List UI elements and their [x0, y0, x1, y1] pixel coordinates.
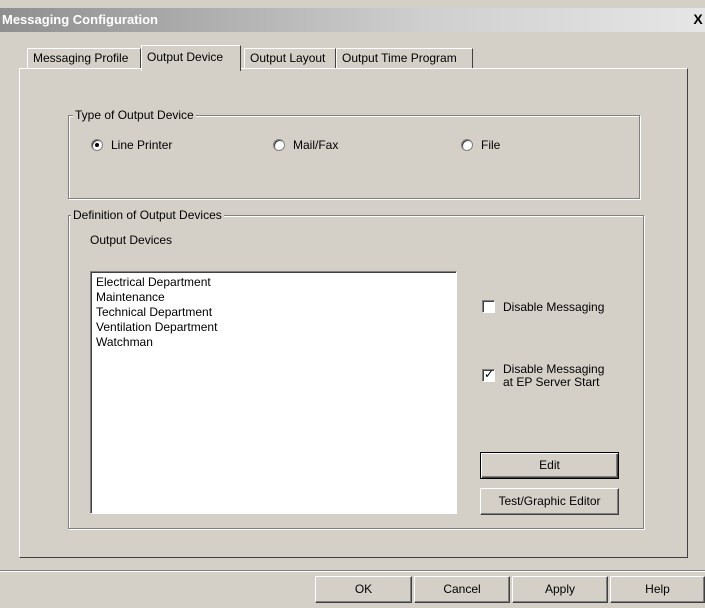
radio-unselected-icon — [461, 139, 473, 151]
tab-output-time-program[interactable]: Output Time Program — [336, 48, 473, 70]
tab-output-device[interactable]: Output Device — [141, 45, 241, 71]
ok-button[interactable]: OK — [315, 576, 412, 603]
tab-messaging-profile[interactable]: Messaging Profile — [27, 48, 141, 70]
radio-selected-icon — [91, 139, 103, 151]
title-bar[interactable]: Messaging Configuration X — [0, 8, 705, 32]
checkbox-checked-icon: ✓ — [482, 367, 495, 382]
line-printer-label: Line Printer — [111, 138, 173, 152]
messaging-configuration-window: Messaging Configuration X Messaging Prof… — [0, 0, 705, 608]
list-item[interactable]: Technical Department — [96, 305, 451, 320]
disable-at-start-label-line2: at EP Server Start — [503, 375, 600, 389]
output-devices-listbox[interactable]: Electrical Department Maintenance Techni… — [90, 271, 457, 514]
test-graphic-editor-button[interactable]: Test/Graphic Editor — [480, 488, 619, 515]
list-item[interactable]: Maintenance — [96, 290, 451, 305]
check-mark-icon: ✓ — [484, 367, 495, 381]
checkbox-unchecked-icon — [482, 300, 495, 313]
list-item[interactable]: Ventilation Department — [96, 320, 451, 335]
output-devices-label: Output Devices — [90, 233, 173, 247]
help-button[interactable]: Help — [610, 576, 705, 603]
cancel-button[interactable]: Cancel — [414, 576, 510, 603]
disable-messaging-checkbox[interactable]: Disable Messaging — [482, 300, 604, 314]
disable-messaging-at-start-label: Disable Messaging at EP Server Start — [503, 363, 604, 389]
file-radio[interactable]: File — [461, 138, 500, 152]
definition-of-output-devices-legend: Definition of Output Devices — [71, 208, 224, 222]
disable-messaging-label: Disable Messaging — [503, 300, 605, 314]
edit-button[interactable]: Edit — [480, 452, 619, 479]
footer-divider — [0, 570, 705, 572]
list-item[interactable]: Electrical Department — [96, 275, 451, 290]
apply-button[interactable]: Apply — [512, 576, 608, 603]
window-title: Messaging Configuration — [2, 12, 158, 27]
mail-fax-label: Mail/Fax — [293, 138, 339, 152]
type-of-output-device-legend: Type of Output Device — [73, 108, 196, 122]
close-icon[interactable]: X — [691, 11, 705, 27]
file-label: File — [481, 138, 501, 152]
line-printer-radio[interactable]: Line Printer — [91, 138, 172, 152]
list-item[interactable]: Watchman — [96, 335, 451, 350]
mail-fax-radio[interactable]: Mail/Fax — [273, 138, 338, 152]
tab-output-layout[interactable]: Output Layout — [244, 48, 336, 70]
disable-messaging-at-start-checkbox[interactable]: ✓ Disable Messaging at EP Server Start — [482, 363, 604, 389]
radio-unselected-icon — [273, 139, 285, 151]
type-of-output-device-group: Type of Output Device — [68, 108, 640, 199]
